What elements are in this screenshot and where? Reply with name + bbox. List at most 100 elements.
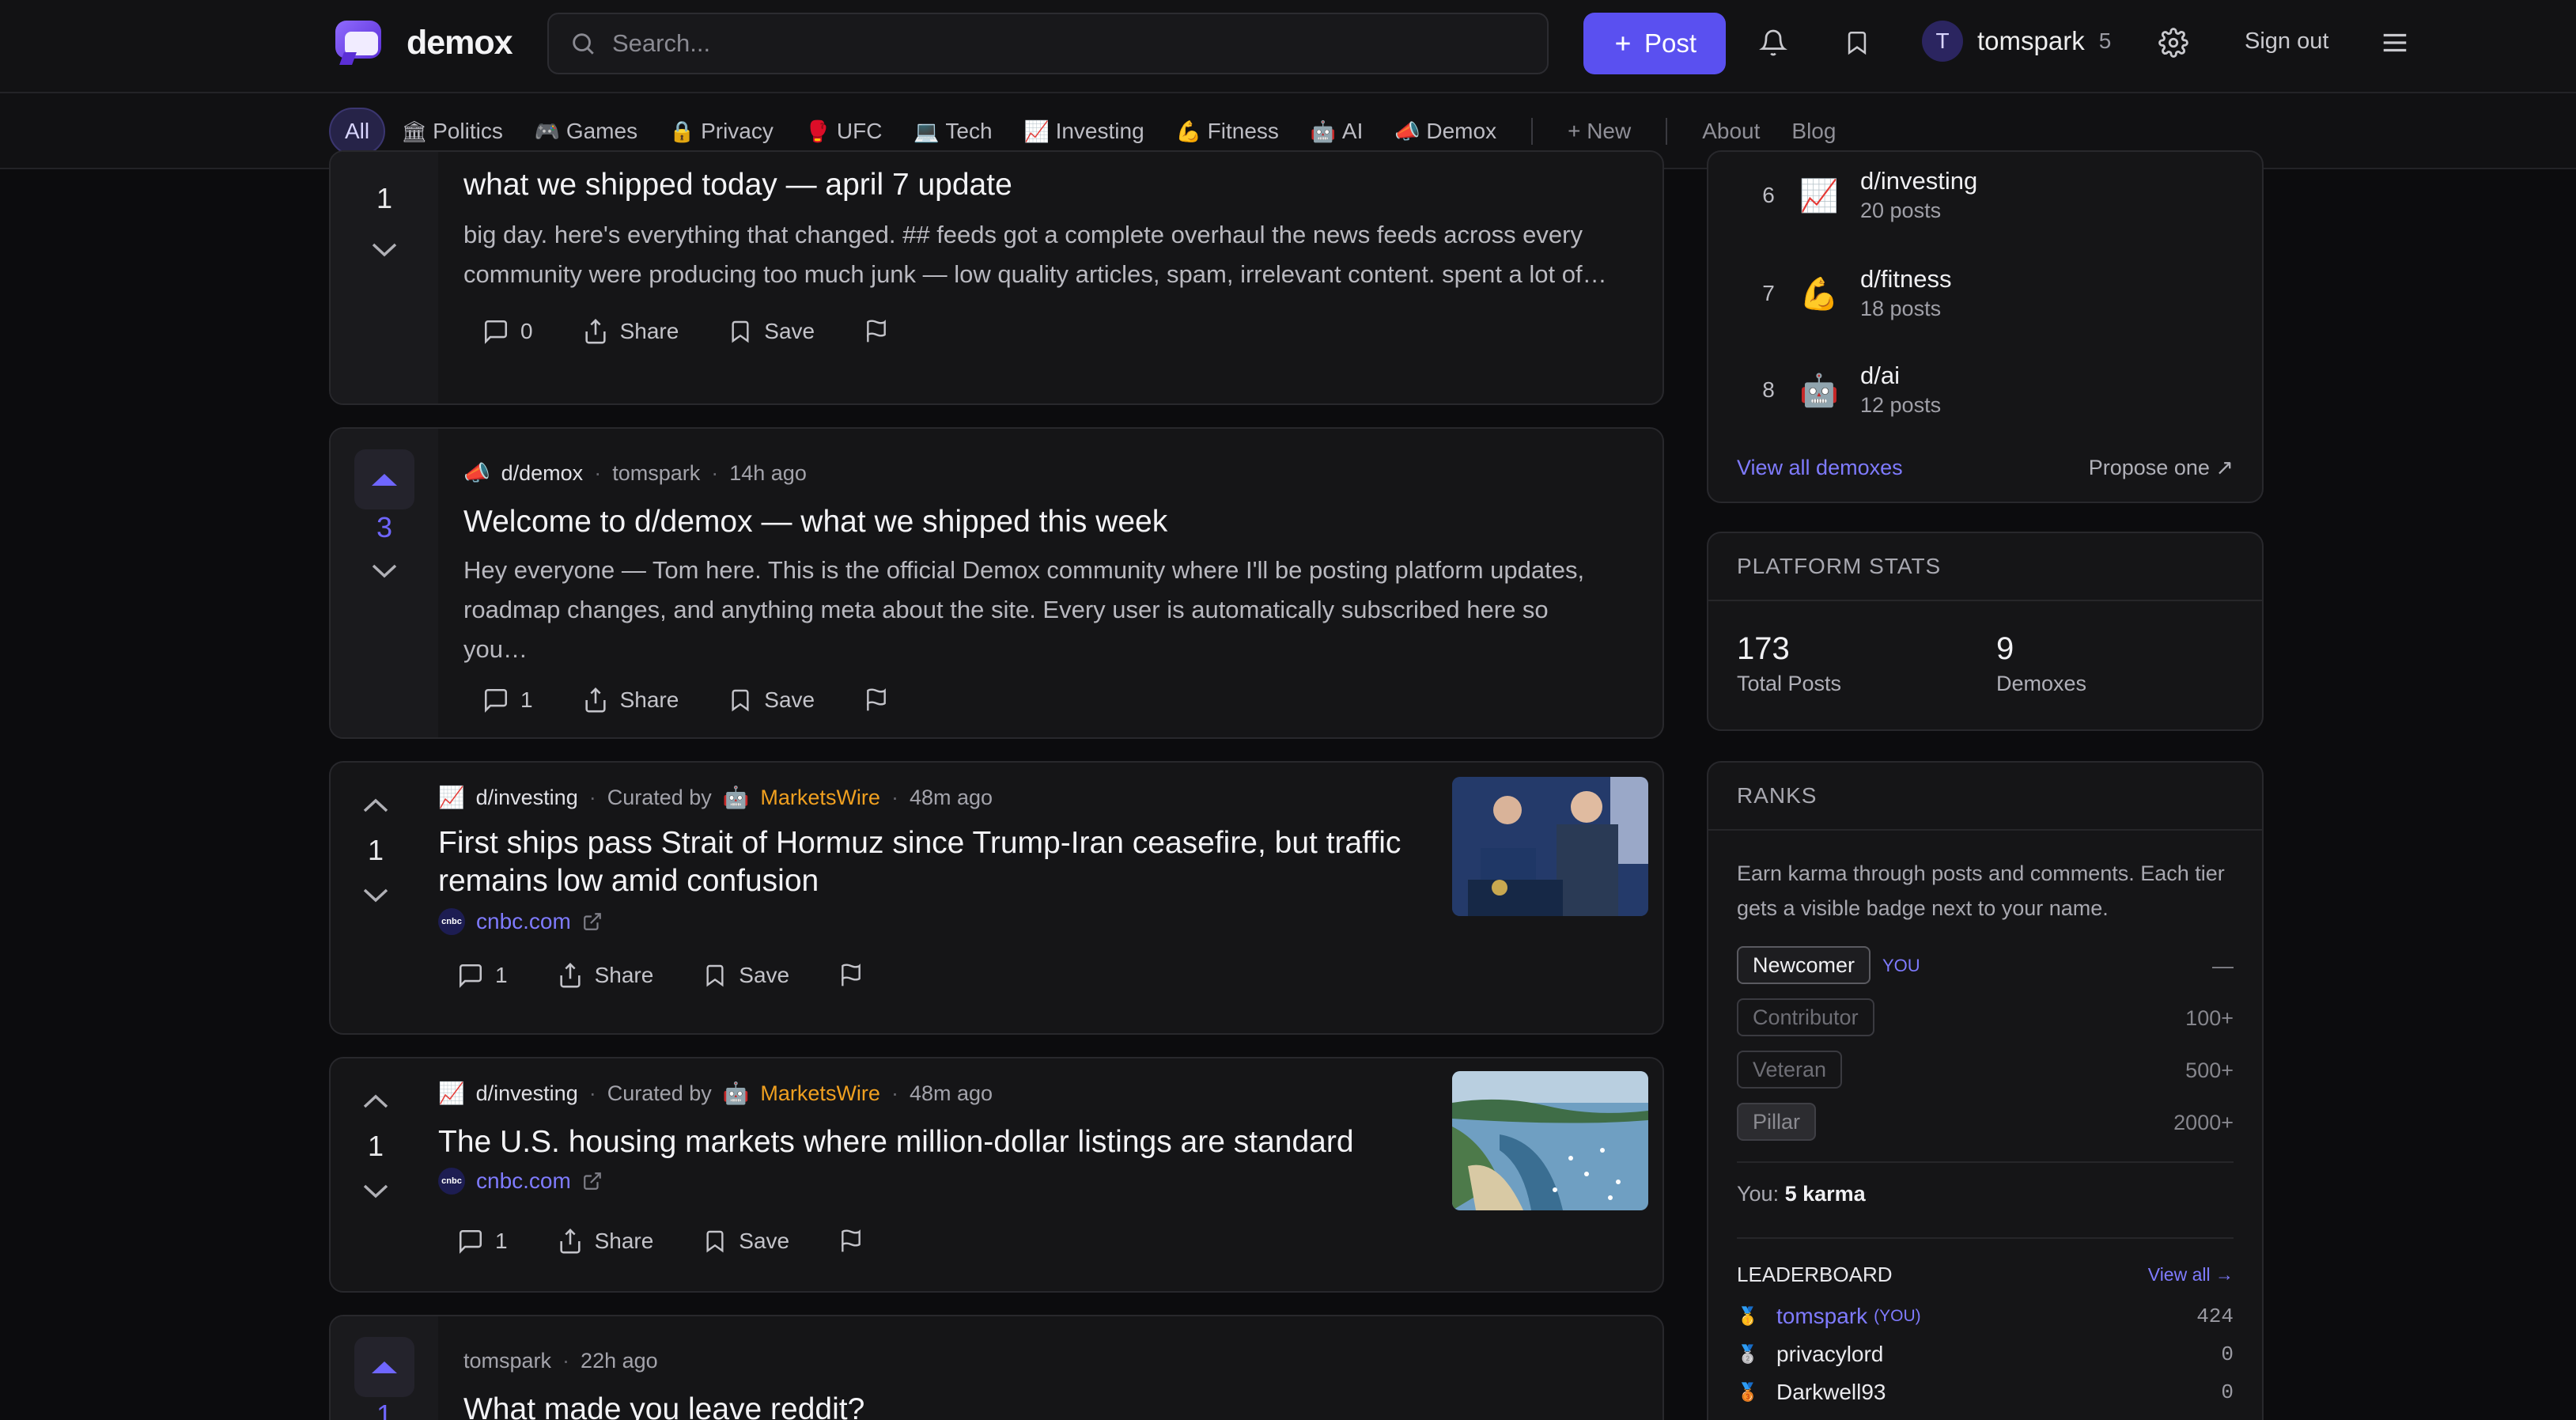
downvote-button[interactable] [352, 1168, 399, 1215]
source-domain: cnbc.com [476, 909, 571, 933]
new-community-link[interactable]: + New [1552, 108, 1647, 155]
separator: · [594, 460, 602, 485]
post-title[interactable]: First ships pass Strait of Hormuz since … [438, 824, 1427, 900]
search-input[interactable] [612, 29, 1522, 58]
post-button[interactable]: Post [1583, 13, 1726, 74]
source-link[interactable]: cnbc cnbc.com [438, 1168, 1425, 1195]
post-thumbnail[interactable] [1452, 777, 1648, 916]
gamepad-icon: 🎮 [534, 119, 561, 143]
report-button[interactable] [838, 963, 864, 988]
settings-button[interactable] [2150, 19, 2197, 66]
save-button[interactable]: Save [702, 963, 789, 988]
source-link[interactable]: cnbc cnbc.com [438, 908, 1425, 935]
report-button[interactable] [864, 319, 889, 344]
logo[interactable]: demox [335, 21, 513, 65]
community-item[interactable]: 6 📈 d/investing 20 posts [1759, 166, 1977, 225]
comments-button[interactable]: 1 [457, 1228, 508, 1255]
leaderboard-view-all-link[interactable]: View all → [2148, 1264, 2234, 1286]
post-thumbnail[interactable] [1452, 1071, 1648, 1210]
app-name: demox [407, 23, 513, 62]
menu-button[interactable] [2371, 19, 2419, 66]
upvote-button[interactable] [346, 1077, 406, 1125]
leaderboard-row[interactable]: 🥇 tomspark (YOU) 424 [1737, 1301, 2234, 1332]
save-button[interactable]: Save [728, 319, 815, 344]
category-investing[interactable]: 📈 Investing [1008, 108, 1160, 155]
leaderboard-row[interactable]: 🥈 privacylord 0 [1737, 1339, 2234, 1370]
post-author[interactable]: tomspark [612, 461, 700, 486]
downvote-button[interactable] [361, 547, 408, 595]
bookmark-icon [732, 320, 749, 343]
community-item[interactable]: 7 💪 d/fitness 18 posts [1759, 264, 1951, 323]
comment-count: 0 [520, 319, 533, 343]
post-card[interactable]: 1 tomspark · 22h ago What made you leave… [329, 1315, 1664, 1420]
share-label: Share [594, 1229, 654, 1253]
share-button[interactable]: Share [557, 1228, 654, 1255]
share-label: Share [619, 687, 679, 712]
share-button[interactable]: Share [582, 318, 679, 345]
post-body[interactable]: Hey everyone — Tom here. This is the off… [463, 551, 1618, 669]
community-link[interactable]: d/investing [476, 786, 578, 810]
category-label: All [345, 119, 370, 143]
share-button[interactable]: Share [582, 687, 679, 714]
bookmark-icon [706, 1230, 724, 1253]
category-games[interactable]: 🎮 Games [519, 108, 653, 155]
community-item[interactable]: 8 🤖 d/ai 12 posts [1759, 361, 1941, 419]
upvote-button[interactable] [346, 782, 406, 829]
your-karma-label: You: [1737, 1182, 1780, 1206]
downvote-button[interactable] [352, 872, 399, 919]
category-all[interactable]: All [329, 108, 386, 155]
post-title[interactable]: What made you leave reddit? [463, 1391, 1662, 1420]
downvote-button[interactable] [361, 226, 408, 274]
leader-points: 0 [2221, 1380, 2234, 1404]
category-privacy[interactable]: 🔒 Privacy [653, 108, 789, 155]
megaphone-icon: 📣 [1394, 119, 1420, 143]
post-author[interactable]: tomspark [463, 1349, 551, 1373]
category-ufc[interactable]: 🥊 UFC [789, 108, 898, 155]
comments-button[interactable]: 1 [482, 687, 533, 714]
curator-link[interactable]: MarketsWire [760, 1081, 880, 1106]
save-button[interactable]: Save [702, 1229, 789, 1254]
upvote-button[interactable] [354, 1337, 414, 1397]
leaderboard-row[interactable]: 🥉 Darkwell93 0 [1737, 1376, 2234, 1408]
category-label: Politics [433, 119, 503, 143]
category-fitness[interactable]: 💪 Fitness [1160, 108, 1295, 155]
upvote-button[interactable] [354, 449, 414, 509]
user-menu[interactable]: T tomspark 5 [1922, 21, 2111, 62]
post-card[interactable]: 1 what we shipped today — april 7 update… [329, 150, 1664, 405]
laptop-icon: 💻 [914, 119, 940, 143]
sign-out-link[interactable]: Sign out [2245, 28, 2328, 55]
post-card[interactable]: 3 📣 d/demox · tomspark · 14h ago Welcome… [329, 427, 1664, 739]
robot-icon: 🤖 [1310, 119, 1337, 143]
report-button[interactable] [864, 687, 889, 713]
post-card[interactable]: 1 📈 d/investing · Curated by 🤖 MarketsWi… [329, 761, 1664, 1035]
post-body[interactable]: big day. here's everything that changed.… [463, 215, 1618, 294]
saved-button[interactable] [1833, 19, 1881, 66]
share-button[interactable]: Share [557, 962, 653, 989]
propose-community-link[interactable]: Propose one ↗ [2089, 456, 2234, 480]
view-all-demoxes-link[interactable]: View all demoxes [1737, 456, 1903, 480]
chart-up-icon: 📈 [1023, 119, 1050, 143]
megaphone-icon: 📣 [463, 461, 490, 485]
category-ai[interactable]: 🤖 AI [1295, 108, 1379, 155]
about-link[interactable]: About [1686, 108, 1776, 155]
comments-button[interactable]: 0 [482, 318, 533, 345]
curator-link[interactable]: MarketsWire [760, 786, 880, 810]
search-bar[interactable] [547, 13, 1549, 74]
leader-points: 0 [2221, 1342, 2234, 1366]
save-button[interactable]: Save [728, 687, 815, 713]
comments-button[interactable]: 1 [457, 962, 508, 989]
community-link[interactable]: d/investing [476, 1081, 578, 1106]
post-card[interactable]: 1 📈 d/investing · Curated by 🤖 MarketsWi… [329, 1057, 1664, 1293]
post-title[interactable]: The U.S. housing markets where million-d… [438, 1123, 1425, 1161]
post-title[interactable]: what we shipped today — april 7 update [463, 166, 1662, 204]
notifications-button[interactable] [1749, 19, 1797, 66]
community-link[interactable]: d/demox [501, 461, 584, 486]
post-time: 22h ago [581, 1348, 658, 1373]
category-demox[interactable]: 📣 Demox [1379, 108, 1512, 155]
report-button[interactable] [838, 1229, 864, 1254]
category-tech[interactable]: 💻 Tech [898, 108, 1008, 155]
blog-link[interactable]: Blog [1776, 108, 1852, 155]
post-title[interactable]: Welcome to d/demox — what we shipped thi… [463, 503, 1662, 541]
your-karma-value: 5 karma [1784, 1182, 1866, 1206]
category-politics[interactable]: 🏛 Politics [385, 108, 519, 155]
